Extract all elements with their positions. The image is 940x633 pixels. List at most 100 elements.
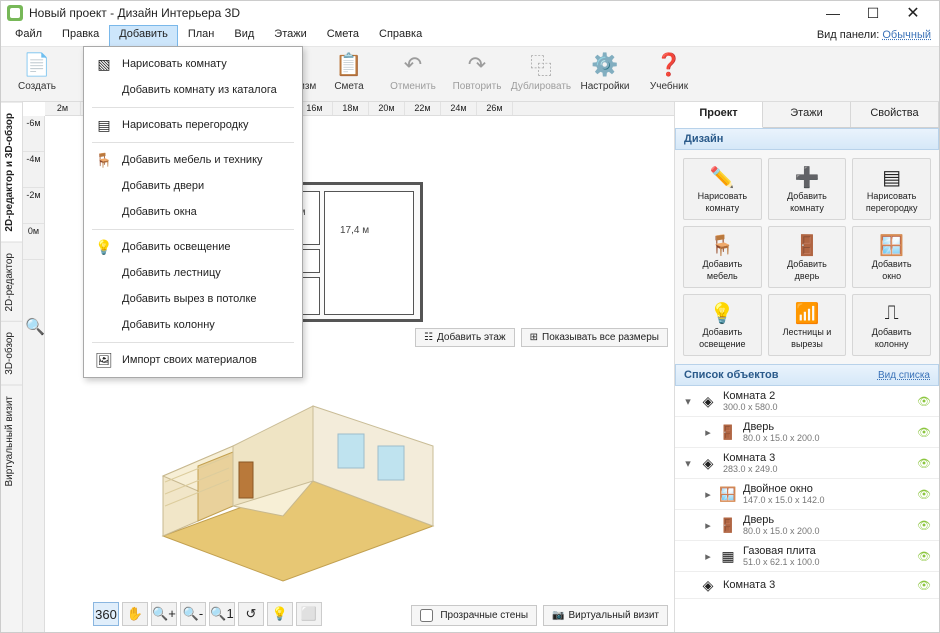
tile-add-window[interactable]: 🪟Добавитьокно xyxy=(852,226,931,288)
menu-item[interactable]: 🪑Добавить мебель и технику xyxy=(84,147,302,173)
add-door-icon: 🚪 xyxy=(795,233,820,257)
maximize-button[interactable]: ☐ xyxy=(853,1,893,25)
menu-item[interactable]: ▤Нарисовать перегородку xyxy=(84,112,302,138)
expand-toggle[interactable]: ▾ xyxy=(683,395,693,408)
ruler-vertical: -6м-4м-2м0м xyxy=(23,116,45,632)
ruler-tick: 26м xyxy=(477,102,513,115)
tool-settings[interactable]: ⚙️Настройки xyxy=(575,51,635,98)
visibility-icon[interactable]: 👁 xyxy=(917,579,931,592)
menu-item[interactable]: 💡Добавить освещение xyxy=(84,234,302,260)
tool-estimate[interactable]: 📋Смета xyxy=(319,51,379,98)
zoom-tool-icon[interactable]: 🔍 xyxy=(25,317,45,337)
menu-вид[interactable]: Вид xyxy=(224,25,264,46)
menu-справка[interactable]: Справка xyxy=(369,25,432,46)
add-floor-button[interactable]: ☷Добавить этаж xyxy=(415,328,515,347)
visibility-icon[interactable]: 👁 xyxy=(917,395,931,408)
expand-toggle[interactable]: ▾ xyxy=(683,457,693,470)
menu-смета[interactable]: Смета xyxy=(317,25,369,46)
menu-item-icon xyxy=(96,82,112,98)
menu-item[interactable]: ▧Нарисовать комнату xyxy=(84,51,302,77)
visibility-icon[interactable]: 👁 xyxy=(917,550,931,563)
tool-duplicate[interactable]: ⿻Дублировать xyxy=(511,51,571,98)
menu-item[interactable]: 🖼Импорт своих материалов xyxy=(84,347,302,373)
expand-toggle[interactable]: ▸ xyxy=(703,550,713,563)
expand-toggle[interactable]: ▸ xyxy=(703,488,713,501)
object-item[interactable]: ▸🚪Дверь80.0 x 15.0 x 200.0👁 xyxy=(675,417,939,448)
design-grid: ✏️Нарисоватькомнату➕Добавитькомнату▤Нари… xyxy=(675,150,939,364)
menu-item-icon xyxy=(96,317,112,333)
tile-draw-partition[interactable]: ▤Нарисоватьперегородку xyxy=(852,158,931,220)
virtual-visit-button[interactable]: 📷Виртуальный визит xyxy=(543,605,668,626)
panel-tab[interactable]: Проект xyxy=(675,102,763,128)
tile-add-room[interactable]: ➕Добавитькомнату xyxy=(768,158,847,220)
menu-item[interactable]: Добавить комнату из каталога xyxy=(84,77,302,103)
visibility-icon[interactable]: 👁 xyxy=(917,519,931,532)
visibility-icon[interactable]: 👁 xyxy=(917,488,931,501)
view-tab[interactable]: Виртуальный визит xyxy=(1,385,22,497)
object-icon: 🚪 xyxy=(719,423,737,441)
view-tool-button[interactable]: ↺ xyxy=(238,602,264,626)
tile-draw-room[interactable]: ✏️Нарисоватькомнату xyxy=(683,158,762,220)
bottom-right-controls: Прозрачные стены 📷Виртуальный визит xyxy=(411,605,668,626)
panel-tab[interactable]: Этажи xyxy=(763,102,851,127)
tool-create[interactable]: 📄Создать xyxy=(7,51,67,98)
object-item[interactable]: ▸🪟Двойное окно147.0 x 15.0 x 142.0👁 xyxy=(675,479,939,510)
transparent-walls-checkbox[interactable]: Прозрачные стены xyxy=(411,605,537,626)
tile-add-light[interactable]: 💡Добавитьосвещение xyxy=(683,294,762,356)
create-icon: 📄 xyxy=(23,51,51,79)
tile-add-column[interactable]: ⎍Добавитьколонну xyxy=(852,294,931,356)
menu-item-icon: 🖼 xyxy=(96,352,112,368)
object-room[interactable]: ▾◈Комната 2300.0 x 580.0👁 xyxy=(675,386,939,417)
tile-add-furniture[interactable]: 🪑Добавитьмебель xyxy=(683,226,762,288)
menu-item[interactable]: Добавить вырез в потолке xyxy=(84,286,302,312)
object-icon: ◈ xyxy=(699,392,717,410)
view-tool-button[interactable]: 🔍1 xyxy=(209,602,235,626)
menu-item[interactable]: Добавить колонну xyxy=(84,312,302,338)
view-tool-button[interactable]: 🔍- xyxy=(180,602,206,626)
view-tab[interactable]: 3D-обзор xyxy=(1,321,22,385)
menu-item[interactable]: Добавить двери xyxy=(84,173,302,199)
view-tools: 360✋🔍+🔍-🔍1↺💡⬜ xyxy=(93,602,322,626)
objects-view-link[interactable]: Вид списка xyxy=(878,370,930,381)
objects-header-label: Список объектов xyxy=(684,369,778,381)
view-tab[interactable]: 2D-редактор и 3D-обзор xyxy=(1,102,22,242)
ruler-tick: -4м xyxy=(23,152,44,188)
tile-add-door[interactable]: 🚪Добавитьдверь xyxy=(768,226,847,288)
tool-help[interactable]: ❓Учебник xyxy=(639,51,699,98)
object-icon: ▦ xyxy=(719,547,737,565)
view-tool-button[interactable]: 🔍+ xyxy=(151,602,177,626)
menu-файл[interactable]: Файл xyxy=(5,25,52,46)
panel-mode-link[interactable]: Обычный xyxy=(882,29,931,41)
object-icon: 🚪 xyxy=(719,516,737,534)
menu-этажи[interactable]: Этажи xyxy=(264,25,316,46)
object-item[interactable]: ▸🚪Дверь80.0 x 15.0 x 200.0👁 xyxy=(675,510,939,541)
tool-undo[interactable]: ↶Отменить xyxy=(383,51,443,98)
menu-item[interactable]: Добавить окна xyxy=(84,199,302,225)
menu-план[interactable]: План xyxy=(178,25,225,46)
visibility-icon[interactable]: 👁 xyxy=(917,426,931,439)
panel-tab[interactable]: Свойства xyxy=(851,102,939,127)
ruler-tick: 18м xyxy=(333,102,369,115)
view-tool-button[interactable]: 💡 xyxy=(267,602,293,626)
tile-stairs-cuts[interactable]: 📶Лестницы ивырезы xyxy=(768,294,847,356)
view-tool-button[interactable]: ✋ xyxy=(122,602,148,626)
expand-toggle[interactable]: ▸ xyxy=(703,519,713,532)
close-button[interactable]: ✕ xyxy=(893,1,933,25)
view-tool-button[interactable]: 360 xyxy=(93,602,119,626)
object-item[interactable]: ▸▦Газовая плита51.0 x 62.1 x 100.0👁 xyxy=(675,541,939,572)
house-3d-view[interactable] xyxy=(143,386,453,586)
view-tool-button[interactable]: ⬜ xyxy=(296,602,322,626)
add-furniture-icon: 🪑 xyxy=(710,233,735,257)
object-room[interactable]: ▾◈Комната 3283.0 x 249.0👁 xyxy=(675,448,939,479)
tool-redo[interactable]: ↷Повторить xyxy=(447,51,507,98)
menu-добавить[interactable]: Добавить xyxy=(109,25,178,46)
show-dimensions-button[interactable]: ⊞Показывать все размеры xyxy=(521,328,668,347)
view-tab[interactable]: 2D-редактор xyxy=(1,242,22,322)
visibility-icon[interactable]: 👁 xyxy=(917,457,931,470)
menu-правка[interactable]: Правка xyxy=(52,25,109,46)
minimize-button[interactable]: — xyxy=(813,1,853,25)
object-room[interactable]: ◈Комната 3👁 xyxy=(675,572,939,599)
menu-item-icon: ▤ xyxy=(96,117,112,133)
expand-toggle[interactable]: ▸ xyxy=(703,426,713,439)
menu-item[interactable]: Добавить лестницу xyxy=(84,260,302,286)
